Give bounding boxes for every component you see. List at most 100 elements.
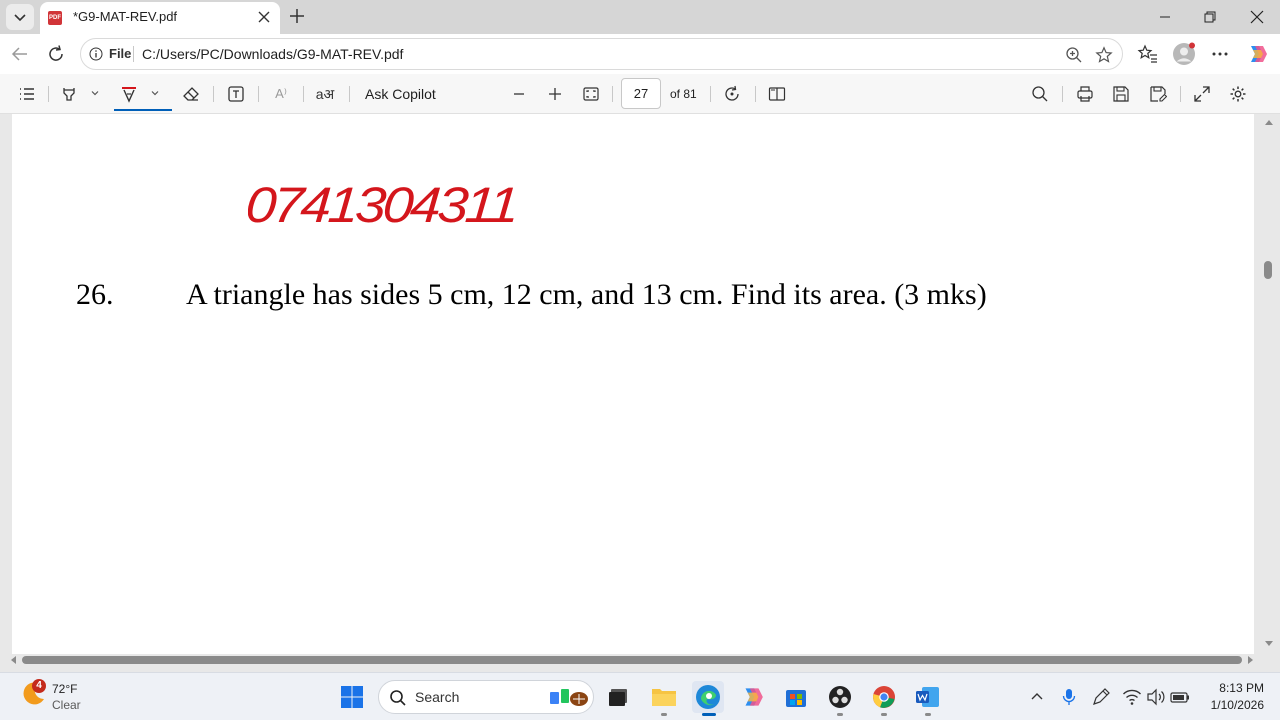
draw-button[interactable] xyxy=(118,83,140,105)
notification-badge: 4 xyxy=(32,679,46,693)
tab-list-button[interactable] xyxy=(6,4,34,30)
document-viewport[interactable]: 0741304311 26. A triangle has sides 5 cm… xyxy=(0,114,1280,668)
url-divider xyxy=(133,46,134,62)
app-running-indicator xyxy=(837,713,843,716)
zoom-out-button[interactable] xyxy=(508,83,530,105)
url-text[interactable]: C:/Users/PC/Downloads/G9-MAT-REV.pdf xyxy=(142,46,403,62)
wifi-icon[interactable] xyxy=(1122,687,1142,707)
volume-icon[interactable] xyxy=(1146,687,1166,707)
chevron-down-icon[interactable] xyxy=(89,87,101,99)
search-placeholder: Search xyxy=(415,689,460,705)
page-number-input[interactable]: 27 xyxy=(621,78,661,109)
plus-icon xyxy=(290,9,304,23)
horizontal-scrollbar-thumb[interactable] xyxy=(22,656,1242,664)
contents-button[interactable] xyxy=(16,83,38,105)
read-aloud-icon: A⁾ xyxy=(275,86,287,101)
clock-time[interactable]: 8:13 PM xyxy=(1214,681,1264,695)
rotate-button[interactable] xyxy=(721,83,743,105)
back-button[interactable] xyxy=(8,42,32,66)
taskbar-search-box[interactable]: Search xyxy=(378,680,594,714)
active-tool-indicator xyxy=(114,109,172,111)
file-explorer-button[interactable] xyxy=(648,681,680,713)
scroll-up-icon[interactable] xyxy=(1264,118,1274,126)
chevron-up-icon[interactable] xyxy=(1027,687,1047,707)
chrome-button[interactable] xyxy=(868,681,900,713)
minus-icon xyxy=(514,93,524,95)
printer-icon xyxy=(1077,86,1093,102)
taskbar: 4 72°F Clear Search 8:13 PM 1/10/2026 xyxy=(0,672,1280,720)
favorites-button[interactable] xyxy=(1136,42,1160,66)
tab-title: *G9-MAT-REV.pdf xyxy=(73,9,178,24)
pdf-file-icon: PDF xyxy=(48,11,62,25)
obs-icon xyxy=(829,686,851,708)
find-button[interactable] xyxy=(1029,83,1051,105)
weather-condition[interactable]: Clear xyxy=(52,698,81,712)
plus-icon xyxy=(549,88,561,100)
vertical-scrollbar-thumb[interactable] xyxy=(1264,261,1272,279)
expand-icon xyxy=(1194,86,1210,102)
save-button[interactable] xyxy=(1110,83,1132,105)
minimize-icon xyxy=(1160,16,1170,18)
start-button[interactable] xyxy=(336,681,368,713)
highlight-button[interactable] xyxy=(58,83,80,105)
toolbar-divider xyxy=(48,86,49,102)
avatar-icon xyxy=(1173,42,1195,65)
toolbar-divider xyxy=(349,86,350,102)
refresh-button[interactable] xyxy=(44,42,68,66)
app-running-indicator xyxy=(925,713,931,716)
copilot-app-button[interactable] xyxy=(736,681,768,713)
chrome-icon xyxy=(873,686,895,708)
scroll-left-icon[interactable] xyxy=(9,655,17,665)
translate-icon: aअ xyxy=(315,85,335,102)
profile-button[interactable] xyxy=(1172,42,1196,66)
favorites-list-icon xyxy=(1137,44,1157,63)
text-box-icon xyxy=(228,86,244,102)
page-view-button[interactable] xyxy=(766,83,788,105)
star-icon[interactable] xyxy=(1095,46,1113,64)
zoom-in-icon[interactable] xyxy=(1065,46,1083,64)
tab-close-button[interactable] xyxy=(254,7,274,27)
obs-button[interactable] xyxy=(824,681,856,713)
clock-date[interactable]: 1/10/2026 xyxy=(1200,698,1264,712)
settings-more-button[interactable] xyxy=(1208,42,1232,66)
zoom-in-button[interactable] xyxy=(544,83,566,105)
search-highlight-icon xyxy=(550,689,588,706)
edge-button[interactable] xyxy=(692,681,724,713)
copilot-icon xyxy=(1251,46,1267,62)
read-aloud-button[interactable]: A⁾ xyxy=(270,83,292,105)
new-tab-button[interactable] xyxy=(286,5,308,27)
info-icon[interactable] xyxy=(89,47,103,61)
browser-tab[interactable]: PDF *G9-MAT-REV.pdf xyxy=(40,2,280,34)
microphone-icon[interactable] xyxy=(1059,687,1079,707)
window-close-button[interactable] xyxy=(1237,5,1277,29)
weather-temperature[interactable]: 72°F xyxy=(52,682,77,696)
navigation-bar: File C:/Users/PC/Downloads/G9-MAT-REV.pd… xyxy=(0,34,1280,74)
restore-button[interactable] xyxy=(1190,5,1230,29)
battery-icon[interactable] xyxy=(1170,687,1190,707)
app-running-indicator xyxy=(661,713,667,716)
minimize-button[interactable] xyxy=(1145,5,1185,29)
address-bar[interactable]: File C:/Users/PC/Downloads/G9-MAT-REV.pd… xyxy=(80,38,1123,70)
print-button[interactable] xyxy=(1074,83,1096,105)
add-text-button[interactable] xyxy=(225,83,247,105)
save-as-button[interactable] xyxy=(1147,83,1169,105)
toolbar-divider xyxy=(303,86,304,102)
fit-to-page-button[interactable] xyxy=(580,83,602,105)
scroll-right-icon[interactable] xyxy=(1247,655,1255,665)
ask-copilot-button[interactable]: Ask Copilot xyxy=(365,86,436,102)
chevron-down-icon[interactable] xyxy=(149,87,161,99)
task-view-button[interactable] xyxy=(602,681,634,713)
scroll-down-icon[interactable] xyxy=(1264,640,1274,648)
erase-button[interactable] xyxy=(180,83,202,105)
more-horizontal-icon xyxy=(1212,52,1228,56)
pen-input-icon[interactable] xyxy=(1091,687,1111,707)
active-app-indicator xyxy=(702,713,716,716)
word-button[interactable] xyxy=(912,681,944,713)
translate-button[interactable]: aअ xyxy=(314,83,336,105)
fit-page-icon xyxy=(583,87,599,101)
chevron-down-icon xyxy=(14,14,26,22)
pdf-settings-button[interactable] xyxy=(1227,83,1249,105)
copilot-button[interactable] xyxy=(1245,42,1269,66)
store-button[interactable] xyxy=(780,681,812,713)
fullscreen-button[interactable] xyxy=(1191,83,1213,105)
